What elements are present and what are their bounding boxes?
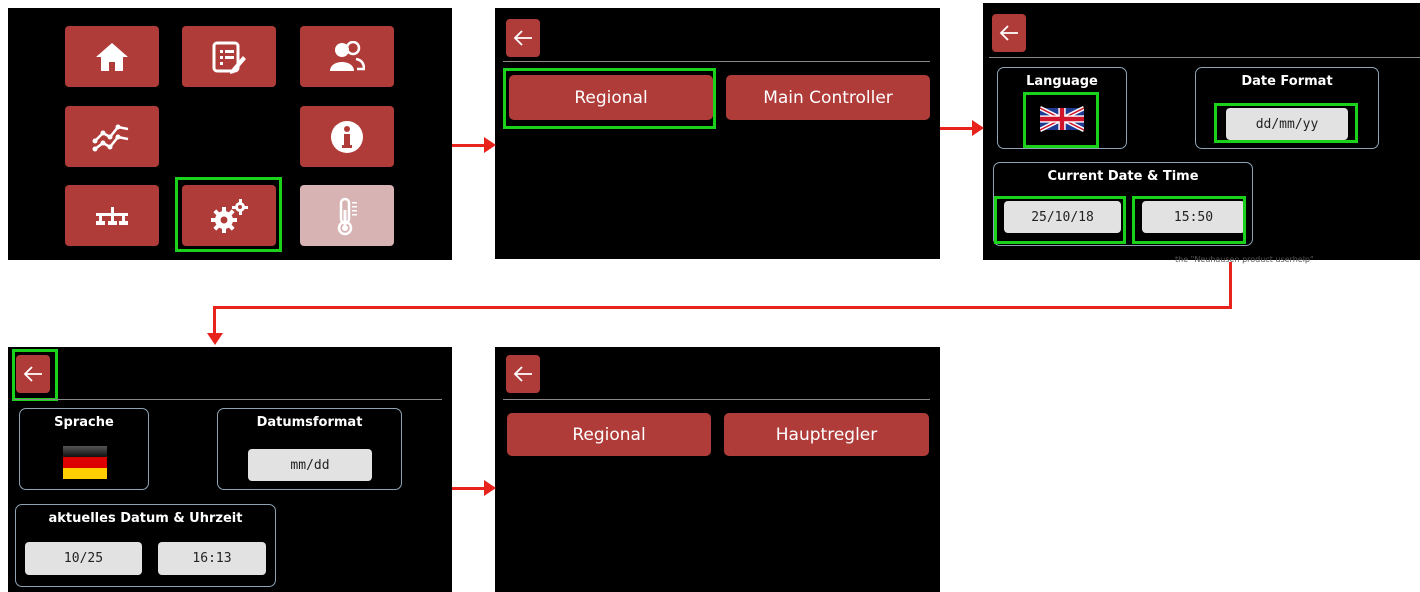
header-divider	[503, 399, 930, 400]
users-tile[interactable]	[300, 26, 394, 87]
thermometer-icon	[337, 197, 357, 235]
home-tile[interactable]	[65, 26, 159, 87]
date-field[interactable]: 10/25	[25, 542, 142, 575]
settings-screen-en: Regional Main Controller	[495, 8, 940, 259]
flow-arrow-4	[452, 487, 486, 490]
back-button[interactable]	[506, 355, 540, 393]
back-button[interactable]	[16, 355, 50, 393]
checklist-edit-icon	[212, 41, 246, 74]
arrow-left-icon	[23, 366, 42, 382]
regional-screen-en: Language Date Format dd/mm/yy Current Da…	[983, 3, 1420, 260]
header-divider	[503, 61, 930, 62]
language-group: Sprache	[19, 408, 149, 490]
flow-arrow-3-down	[1229, 262, 1232, 308]
network-icon	[96, 206, 128, 225]
date-field[interactable]: 25/10/18	[1004, 201, 1121, 233]
thermometer-tile[interactable]	[300, 185, 394, 246]
flow-arrow-3-head	[207, 333, 223, 345]
regional-button[interactable]: Regional	[509, 75, 713, 120]
faint-background-text: the "Neuhausen product userhelp"	[1175, 255, 1314, 264]
flow-arrow-2	[940, 127, 974, 130]
date-format-field[interactable]: dd/mm/yy	[1226, 108, 1348, 140]
language-group: Language	[997, 67, 1127, 149]
flow-arrow-3-across	[213, 306, 1232, 309]
main-menu-screen	[8, 8, 452, 260]
date-format-field[interactable]: mm/dd	[248, 449, 372, 481]
header-divider	[989, 57, 1420, 58]
flow-arrow-1-head	[484, 137, 496, 153]
date-format-title: Date Format	[1241, 74, 1333, 89]
datetime-title: Current Date & Time	[1047, 169, 1199, 184]
datetime-group: Current Date & Time 25/10/18 15:50	[993, 162, 1253, 246]
arrow-left-icon	[513, 30, 532, 46]
regional-screen-de: Sprache Datumsformat mm/dd aktuelles Dat…	[8, 347, 452, 592]
flow-arrow-2-head	[972, 120, 984, 136]
hauptregler-button[interactable]: Hauptregler	[724, 413, 929, 456]
flow-arrow-4-head	[484, 480, 496, 496]
settings-screen-de: Regional Hauptregler	[495, 347, 940, 592]
arrow-left-icon	[999, 25, 1018, 41]
germany-flag-icon[interactable]	[63, 446, 107, 479]
main-controller-button[interactable]: Main Controller	[726, 75, 930, 120]
info-icon	[331, 120, 363, 153]
time-field[interactable]: 15:50	[1142, 201, 1245, 233]
back-button[interactable]	[506, 19, 540, 57]
flow-arrow-3-drop	[213, 306, 216, 334]
language-title: Sprache	[54, 415, 114, 430]
back-button[interactable]	[992, 14, 1026, 52]
arrow-left-icon	[513, 366, 532, 382]
date-format-title: Datumsformat	[256, 415, 363, 430]
language-title: Language	[1026, 74, 1098, 89]
flow-arrow-1	[452, 144, 486, 147]
settings-tile[interactable]	[182, 185, 276, 246]
network-tile[interactable]	[65, 185, 159, 246]
users-icon	[330, 40, 365, 71]
datetime-group: aktuelles Datum & Uhrzeit 10/25 16:13	[15, 504, 276, 587]
trends-tile[interactable]	[65, 106, 159, 167]
regional-button[interactable]: Regional	[507, 413, 711, 456]
time-field[interactable]: 16:13	[158, 542, 266, 575]
uk-flag-icon[interactable]	[1040, 104, 1084, 134]
logbook-tile[interactable]	[182, 26, 276, 87]
date-format-group: Datumsformat mm/dd	[217, 408, 402, 490]
trend-chart-icon	[92, 124, 129, 151]
datetime-title: aktuelles Datum & Uhrzeit	[48, 511, 243, 526]
info-tile[interactable]	[300, 106, 394, 167]
header-divider	[14, 399, 442, 400]
settings-gears-icon	[211, 198, 248, 233]
home-icon	[96, 42, 128, 71]
date-format-group: Date Format dd/mm/yy	[1195, 67, 1379, 149]
